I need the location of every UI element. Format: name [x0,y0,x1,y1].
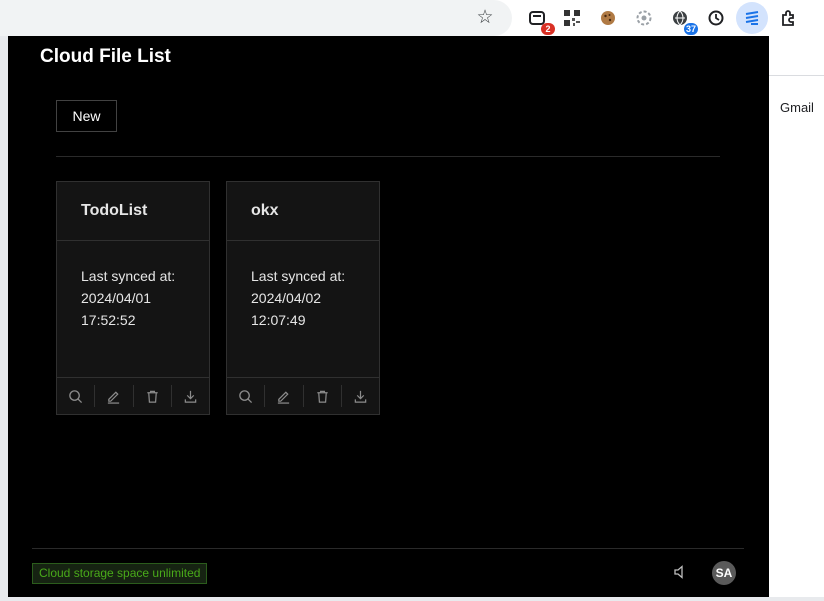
file-card-title: TodoList [57,182,209,241]
search-icon[interactable] [57,385,96,407]
file-card-body: Last synced at: 2024/04/02 12:07:49 [251,265,345,331]
sync-date: 2024/04/01 [81,290,152,306]
bookmark-star-icon[interactable]: ☆ [472,6,498,30]
background-page-bottom [0,597,824,601]
globe-extension-icon[interactable]: 37 [668,6,698,35]
cloud-sync-extension-icon[interactable] [736,2,768,34]
page-title: Cloud File List [40,46,171,67]
clock-icon[interactable] [704,6,728,30]
sync-date: 2024/04/02 [251,290,322,306]
qr-code-icon[interactable] [560,6,584,30]
sync-label: Last synced at: [81,268,176,284]
browser-toolbar: ☆ 2 37 [0,0,824,36]
background-page-right [769,76,824,601]
extension-badge: 37 [683,23,698,35]
file-card-actions [57,377,209,414]
avatar[interactable]: SA [712,561,736,585]
divider [32,548,744,549]
delete-icon[interactable] [304,385,342,407]
edit-icon[interactable] [265,385,304,407]
delete-icon[interactable] [134,385,172,407]
cookie-icon[interactable] [596,6,620,30]
extension-badge: 2 [541,23,555,35]
gmail-link[interactable]: Gmail [780,100,814,115]
file-card-actions [227,377,379,414]
extension-popup: Cloud File List New TodoList Last synced… [8,36,769,597]
speaker-icon[interactable] [672,563,690,581]
search-icon[interactable] [227,385,266,407]
new-file-button[interactable]: New [56,100,117,132]
sync-time: 12:07:49 [251,312,306,328]
file-card-title: okx [227,182,379,241]
download-icon[interactable] [172,385,209,407]
edit-icon[interactable] [95,385,134,407]
file-card: TodoList Last synced at: 2024/04/01 17:5… [56,181,210,415]
puzzle-icon[interactable] [777,6,801,30]
gear-extension-icon[interactable] [632,6,656,30]
download-icon[interactable] [342,385,379,407]
address-bar[interactable] [0,0,512,36]
sync-label: Last synced at: [251,268,346,284]
divider [56,156,720,157]
storage-status-tag: Cloud storage space unlimited [32,563,208,584]
sync-time: 17:52:52 [81,312,136,328]
file-card: okx Last synced at: 2024/04/02 12:07:49 [226,181,380,415]
file-card-body: Last synced at: 2024/04/01 17:52:52 [81,265,175,331]
background-page-edge [0,36,8,601]
extension-tab-icon[interactable]: 2 [525,6,555,35]
